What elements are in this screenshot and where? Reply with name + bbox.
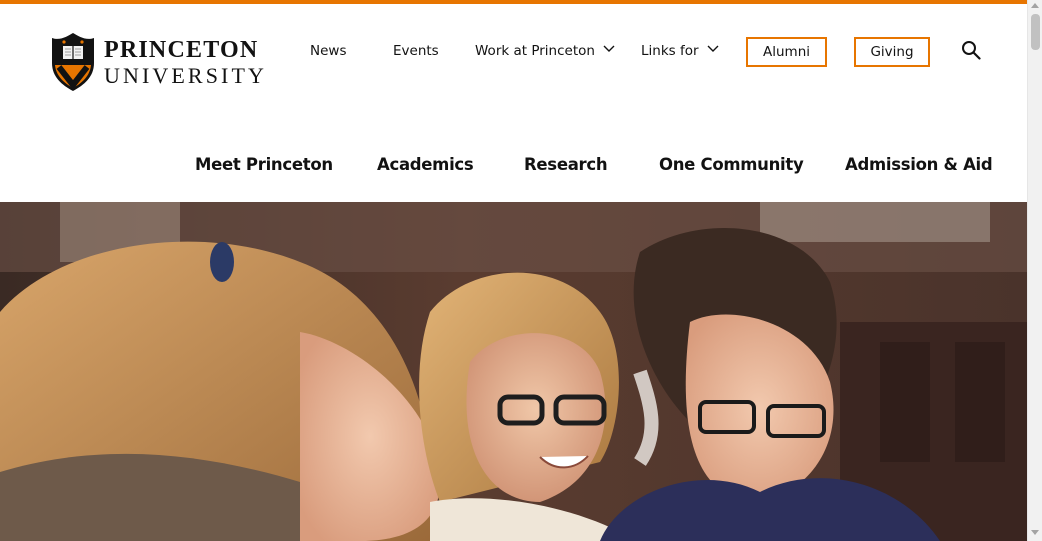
scroll-up-arrow-icon[interactable] <box>1031 3 1039 8</box>
nav-link-news[interactable]: News <box>310 43 346 59</box>
page-scrollbar[interactable] <box>1027 0 1042 541</box>
main-nav-meet-princeton[interactable]: Meet Princeton <box>195 155 333 174</box>
nav-dropdown-work-at-princeton[interactable]: Work at Princeton <box>475 43 615 59</box>
hero-image <box>0 202 1027 541</box>
nav-dropdown-label: Work at Princeton <box>475 43 595 59</box>
top-accent-bar <box>0 0 1027 4</box>
main-nav: Meet Princeton Academics Research One Co… <box>0 155 1027 179</box>
scrollbar-thumb[interactable] <box>1031 14 1040 50</box>
main-nav-one-community[interactable]: One Community <box>659 155 804 174</box>
nav-dropdown-links-for[interactable]: Links for <box>641 43 719 59</box>
alumni-button[interactable]: Alumni <box>746 37 827 67</box>
hero-photo-students <box>0 202 1027 541</box>
main-nav-academics[interactable]: Academics <box>377 155 474 174</box>
page: PRINCETON UNIVERSITY News Events Work at… <box>0 0 1027 541</box>
chevron-down-icon <box>603 41 615 57</box>
utility-nav: News Events Work at Princeton Links for … <box>0 37 1027 67</box>
nav-dropdown-label: Links for <box>641 43 699 59</box>
scroll-down-arrow-icon[interactable] <box>1031 530 1039 535</box>
search-button[interactable] <box>961 40 981 60</box>
nav-link-events[interactable]: Events <box>393 43 439 59</box>
main-nav-research[interactable]: Research <box>524 155 608 174</box>
main-nav-admission-aid[interactable]: Admission & Aid <box>845 155 993 174</box>
chevron-down-icon <box>707 41 719 57</box>
search-icon <box>962 41 981 60</box>
giving-button[interactable]: Giving <box>854 37 930 67</box>
